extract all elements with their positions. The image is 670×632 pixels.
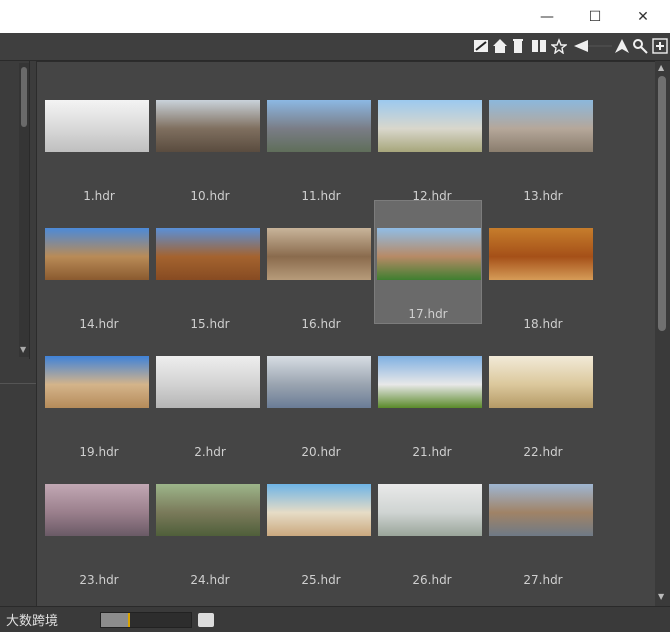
thumbnail-image [378,484,482,536]
thumbnail-item[interactable]: 11.hdr [263,72,371,203]
thumbnail-image [489,484,593,536]
progress-bar [100,612,192,628]
thumbnail-image [489,356,593,408]
thumbnail-item[interactable]: 19.hdr [41,328,149,459]
thumbnail-item[interactable]: 17.hdr [374,200,482,324]
scroll-down-icon[interactable]: ▼ [658,592,664,601]
thumbnail-item[interactable]: 23.hdr [41,456,149,587]
thumbnail-image [377,228,481,280]
minimize-button[interactable]: — [524,0,570,33]
star-icon[interactable] [551,38,567,54]
thumbnail-item[interactable]: 14.hdr [41,200,149,331]
thumbnail-item[interactable]: 12.hdr [374,72,482,203]
thumbnail-image [267,228,371,280]
toolbar [0,33,670,61]
thumbnail-item[interactable]: 1.hdr [41,72,149,203]
thumbnail-image [489,100,593,152]
thumbnail-item[interactable]: 25.hdr [263,456,371,587]
book-icon[interactable] [531,38,547,54]
thumbnail-label: 25.hdr [301,573,341,587]
bin-icon[interactable] [510,38,526,54]
thumbnail-image [267,100,371,152]
panel-split [0,383,36,384]
folder-scroll-thumb[interactable] [21,67,27,127]
thumbnail-item[interactable]: 15.hdr [152,200,260,331]
maximize-icon: ☐ [588,8,602,25]
thumbnail-item[interactable]: 26.hdr [374,456,482,587]
status-bar: 大数跨境 [0,606,670,632]
arrow-left-icon[interactable] [574,38,614,54]
thumbnail-item[interactable]: 2.hdr [152,328,260,459]
thumbnail-image [156,228,260,280]
thumbnail-label: 17.hdr [408,307,448,321]
close-icon: ✕ [637,8,649,25]
maximize-button[interactable]: ☐ [572,0,618,33]
home-icon[interactable] [492,38,508,54]
folder-scroll-down-icon[interactable]: ▼ [20,345,26,354]
thumbnail-image [156,356,260,408]
title-bar: — ☐ ✕ [0,0,670,33]
thumbnail-image [45,484,149,536]
panel-divider [29,61,30,359]
thumbnail-item[interactable]: 13.hdr [485,72,593,203]
thumbnail-image [378,100,482,152]
thumbnail-item[interactable]: 10.hdr [152,72,260,203]
minimize-icon: — [540,8,554,25]
folder-panel: ▼ [0,61,36,606]
thumbnail-image [267,356,371,408]
thumbnail-label: 23.hdr [79,573,119,587]
search-icon[interactable] [632,38,648,54]
thumbnail-item[interactable]: 21.hdr [374,328,482,459]
thumbnail-image [156,100,260,152]
progress-fill [101,613,128,627]
close-button[interactable]: ✕ [620,0,666,33]
navigate-icon[interactable] [614,38,630,54]
thumbnail-image [378,356,482,408]
add-box-icon[interactable] [652,38,668,54]
thumbnail-item[interactable]: 22.hdr [485,328,593,459]
thumbnail-grid: 1.hdr 10.hdr 11.hdr 12.hdr 13.hdr 14.hdr 15.hd… [36,61,656,607]
watermark-text: 大数跨境 [6,614,59,629]
thumbnail-label: 24.hdr [190,573,230,587]
thumbnail-item[interactable]: 24.hdr [152,456,260,587]
slash-box-icon[interactable] [473,38,489,54]
user-icon[interactable] [198,613,214,627]
thumbnail-image [45,356,149,408]
thumbnail-item[interactable]: 20.hdr [263,328,371,459]
thumbnail-item[interactable]: 18.hdr [485,200,593,331]
thumbnail-label: 26.hdr [412,573,452,587]
thumbnail-item[interactable]: 27.hdr [485,456,593,587]
thumbnail-image [156,484,260,536]
grid-scroll-thumb[interactable] [658,76,666,331]
progress-marker [128,613,130,627]
thumbnail-item[interactable]: 16.hdr [263,200,371,331]
thumbnail-label: 27.hdr [523,573,563,587]
thumbnail-image [267,484,371,536]
thumbnail-image [45,228,149,280]
thumbnail-image [489,228,593,280]
thumbnail-image [45,100,149,152]
scroll-up-icon[interactable]: ▲ [658,63,664,72]
grid-scrollbar[interactable]: ▲ ▼ [655,61,670,606]
